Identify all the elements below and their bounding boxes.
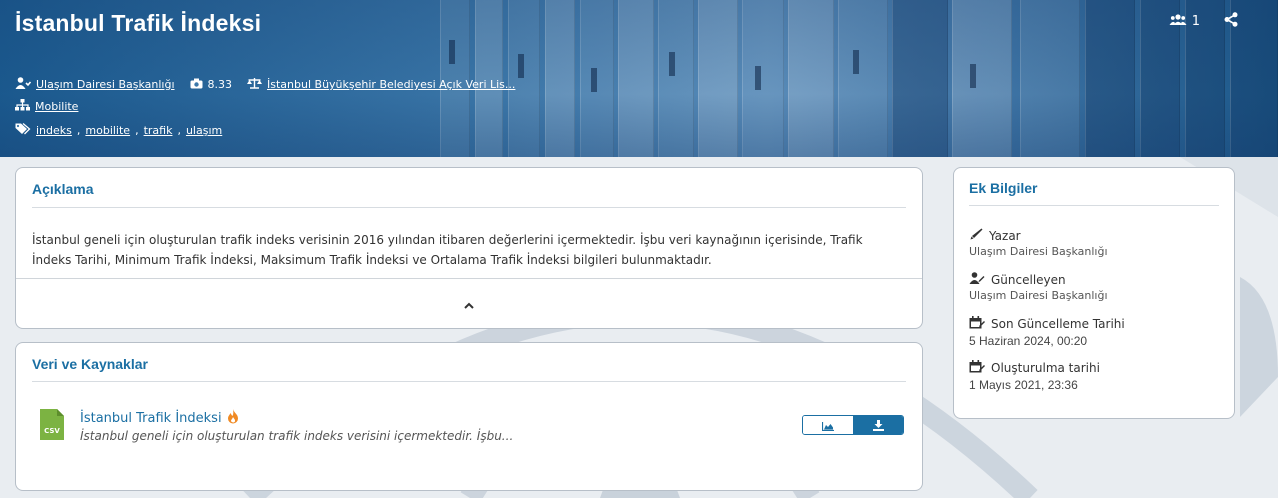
updater-value: Ulaşım Dairesi Başkanlığı xyxy=(969,289,1108,302)
category-link[interactable]: Mobilite xyxy=(35,100,78,113)
tags-icon xyxy=(15,123,31,138)
dataset-category: Mobilite xyxy=(15,99,78,114)
divider xyxy=(969,205,1219,206)
dataset-header: İstanbul Trafik İndeksi 1 Ulaşım Dairesi… xyxy=(0,0,1278,157)
divider xyxy=(32,207,906,208)
last-updated-value: 5 Haziran 2024, 00:20 xyxy=(969,334,1088,348)
author-value: Ulaşım Dairesi Başkanlığı xyxy=(969,245,1108,258)
download-button[interactable] xyxy=(853,416,903,434)
dataset-tags: indeks, mobilite, trafik, ulaşım xyxy=(15,123,222,138)
share-icon[interactable] xyxy=(1224,12,1238,31)
author-label: Yazar xyxy=(989,228,1021,243)
extra-info-title: Ek Bilgiler xyxy=(969,180,1038,196)
csv-file-icon: CSV xyxy=(40,409,64,440)
download-icon xyxy=(872,416,884,434)
extra-info-card: Ek Bilgiler Yazar Ulaşım Dairesi Başkanl… xyxy=(953,167,1235,419)
updater-info: Güncelleyen Ulaşım Dairesi Başkanlığı xyxy=(969,272,1108,302)
description-title: Açıklama xyxy=(32,181,94,197)
followers-button[interactable]: 1 xyxy=(1169,13,1200,30)
pen-icon xyxy=(969,228,983,243)
collapse-button[interactable] xyxy=(462,296,476,310)
license-link[interactable]: İstanbul Büyükşehir Belediyesi Açık Veri… xyxy=(267,78,515,91)
created-label: Oluşturulma tarihi xyxy=(991,361,1100,375)
resources-card: Veri ve Kaynaklar CSV İstanbul Trafik İn… xyxy=(15,342,923,491)
tag-link[interactable]: indeks xyxy=(36,124,72,137)
updater-label: Güncelleyen xyxy=(991,272,1066,287)
tag-link[interactable]: mobilite xyxy=(85,124,130,137)
author-info: Yazar Ulaşım Dairesi Başkanlığı xyxy=(969,228,1108,258)
created-value: 1 Mayıs 2021, 23:36 xyxy=(969,378,1078,392)
created-info: Oluşturulma tarihi 1 Mayıs 2021, 23:36 xyxy=(969,360,1100,392)
resource-name: İstanbul Trafik İndeksi xyxy=(80,411,222,426)
description-card: Açıklama İstanbul geneli için oluşturula… xyxy=(15,167,923,329)
followers-count: 1 xyxy=(1191,14,1200,29)
tag-link[interactable]: trafik xyxy=(144,124,173,137)
divider xyxy=(16,278,922,279)
calendar-edit-icon xyxy=(969,316,985,332)
chevron-up-icon xyxy=(464,294,474,313)
resource-description: İstanbul geneli için oluşturulan trafik … xyxy=(80,429,514,443)
resource-actions xyxy=(802,415,904,435)
calendar-edit-icon xyxy=(969,360,985,376)
score-value: 8.33 xyxy=(207,78,233,91)
svg-text:CSV: CSV xyxy=(44,427,60,435)
resource-link[interactable]: İstanbul Trafik İndeksi xyxy=(80,409,239,428)
dataset-meta: Ulaşım Dairesi Başkanlığı 8.33 İstanbul … xyxy=(15,77,515,92)
page-title: İstanbul Trafik İndeksi xyxy=(15,10,262,36)
camera-icon xyxy=(190,78,203,92)
description-text: İstanbul geneli için oluşturulan trafik … xyxy=(32,233,863,267)
fire-icon xyxy=(227,409,239,428)
sitemap-icon xyxy=(15,99,30,114)
last-updated-info: Son Güncelleme Tarihi 5 Haziran 2024, 00… xyxy=(969,316,1125,348)
divider xyxy=(32,381,906,382)
users-icon xyxy=(1169,13,1187,30)
user-edit-icon xyxy=(969,272,985,287)
resources-title: Veri ve Kaynaklar xyxy=(32,356,148,372)
organization-link[interactable]: Ulaşım Dairesi Başkanlığı xyxy=(36,78,175,91)
user-tie-icon xyxy=(15,77,32,92)
area-chart-icon xyxy=(821,416,834,434)
header-actions: 1 xyxy=(1169,12,1238,31)
preview-button[interactable] xyxy=(803,416,853,434)
last-updated-label: Son Güncelleme Tarihi xyxy=(991,317,1125,331)
tag-link[interactable]: ulaşım xyxy=(186,124,222,137)
balance-scale-icon xyxy=(247,77,263,92)
